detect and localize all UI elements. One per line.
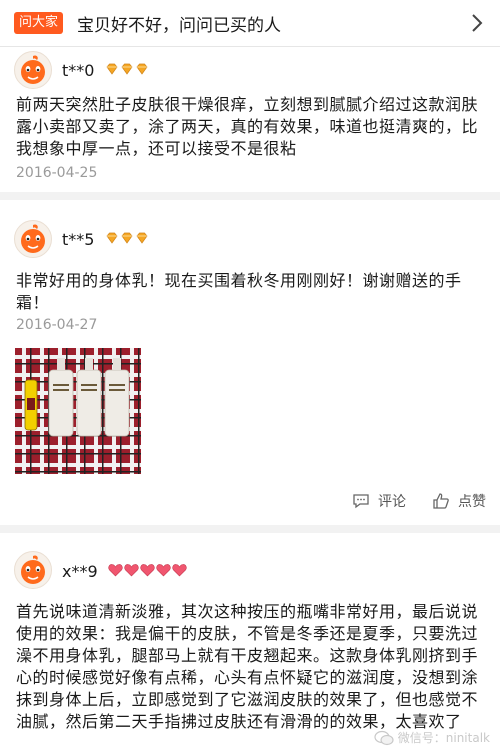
review-card: x**9 首先说味道清新淡雅，其次这种按压的瓶嘴非常好用，最后说说使用的效果：我… <box>0 533 500 750</box>
like-button[interactable]: 点赞 <box>432 491 486 511</box>
review-text: 非常好用的身体乳！现在买围着秋冬用刚刚好！谢谢赠送的手霜！ <box>16 271 462 312</box>
username: t**0 <box>62 61 95 80</box>
user-avatar-icon <box>21 55 45 84</box>
like-label: 点赞 <box>458 494 486 510</box>
user-avatar-icon <box>21 555 45 584</box>
heart-icon <box>156 564 171 577</box>
heart-icon <box>140 564 155 577</box>
diamond-icon <box>121 63 133 75</box>
user-level <box>108 563 187 577</box>
heart-icon <box>172 564 187 577</box>
avatar[interactable] <box>14 551 52 589</box>
thumbs-up-icon <box>433 493 449 509</box>
comment-label: 评论 <box>378 494 406 510</box>
diamond-icon <box>136 232 148 244</box>
review-text: 首先说味道清新淡雅，其次这种按压的瓶嘴非常好用，最后说说使用的效果：我是偏干的皮… <box>16 602 479 731</box>
watermark: 微信号：ninitalk <box>374 729 490 746</box>
diamond-icon <box>121 232 133 244</box>
review-text: 前两天突然肚子皮肤很干燥很痒，立刻想到腻腻介绍过这款润肤露小卖部又卖了，涂了两天… <box>16 95 479 158</box>
username: t**5 <box>62 230 95 249</box>
heart-icon <box>108 564 123 577</box>
ask-title: 宝贝好不好，问问已买的人 <box>77 15 282 36</box>
watermark-text: 微信号：ninitalk <box>397 731 490 745</box>
user-avatar-icon <box>21 224 45 253</box>
avatar[interactable] <box>14 220 52 258</box>
review-date: 2016-04-27 <box>16 317 98 333</box>
diamond-icon <box>136 63 148 75</box>
diamond-icon <box>106 63 118 75</box>
user-level <box>105 62 149 76</box>
ask-badge: 问大家 <box>14 12 64 34</box>
diamond-icon <box>106 232 118 244</box>
username: x**9 <box>62 562 98 581</box>
comment-button[interactable]: 评论 <box>352 491 406 511</box>
user-level <box>105 231 149 245</box>
review-actions: 评论 点赞 <box>352 491 486 511</box>
chevron-right-icon[interactable] <box>464 10 490 36</box>
heart-icon <box>124 564 139 577</box>
comment-icon <box>353 494 369 509</box>
review-card: t**0 前两天突然肚子皮肤很干燥很痒，立刻想到腻腻介绍过这款润肤露小卖部又卖了… <box>0 47 500 192</box>
wechat-icon <box>374 730 394 745</box>
review-date: 2016-04-25 <box>16 165 98 181</box>
ask-header[interactable]: 问大家 宝贝好不好，问问已买的人 <box>0 0 500 47</box>
avatar[interactable] <box>14 51 52 89</box>
review-card: t**5 非常好用的身体乳！现在买围着秋冬用刚刚好！谢谢赠送的手霜！ 2016-… <box>0 200 500 525</box>
review-photo[interactable] <box>15 348 141 474</box>
